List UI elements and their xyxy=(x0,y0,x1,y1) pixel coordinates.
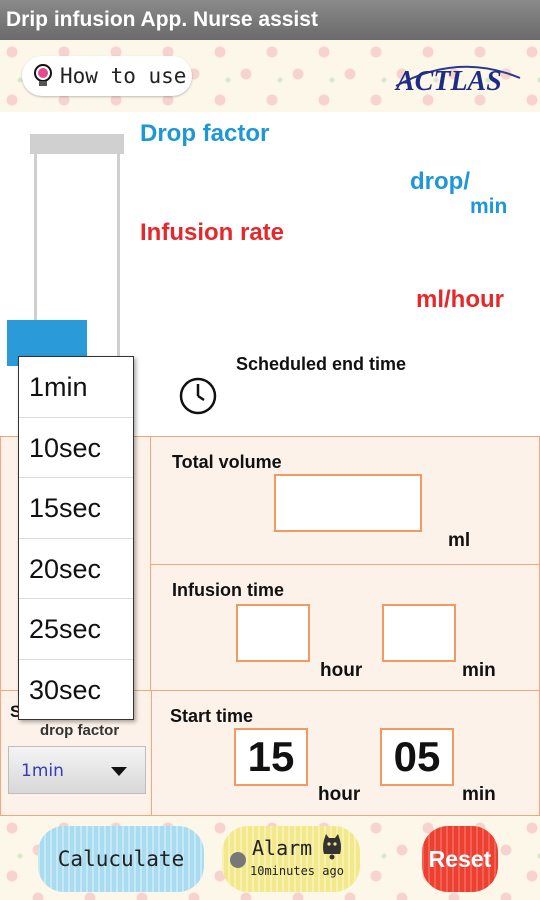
actlas-logo: ACTLAS xyxy=(394,65,521,97)
dropdown-option[interactable]: 1min xyxy=(19,357,133,418)
dropdown-option[interactable]: 25sec xyxy=(19,599,133,660)
drop-factor-dropdown: 1min 10sec 15sec 20sec 25sec 30sec xyxy=(18,356,134,720)
infusion-hour-unit: hour xyxy=(320,660,363,681)
chevron-down-icon xyxy=(111,767,127,776)
start-min-input[interactable]: 05 xyxy=(380,728,454,786)
alarm-button[interactable]: Alarm 10minutes ago xyxy=(222,826,360,892)
clock-icon xyxy=(179,377,217,415)
infusion-min-input[interactable] xyxy=(382,604,456,662)
start-hour-unit: hour xyxy=(318,784,361,805)
dropdown-option[interactable]: 10sec xyxy=(19,418,133,478)
lightbulb-icon xyxy=(34,64,52,86)
total-volume-input[interactable] xyxy=(274,474,422,532)
select-value: 1min xyxy=(21,761,64,781)
drop-factor-select[interactable]: 1min xyxy=(8,746,146,794)
dropdown-option[interactable]: 15sec xyxy=(19,478,133,539)
start-min-unit: min xyxy=(462,784,496,805)
logo-text: ACTLAS xyxy=(394,66,502,97)
cat-bell-icon xyxy=(323,834,341,860)
app-title-bar: Drip infusion App. Nurse assist xyxy=(0,0,540,40)
alarm-status-dot xyxy=(230,852,246,868)
infusion-min-unit: min xyxy=(462,660,496,681)
how-to-use-button[interactable]: How to use xyxy=(22,56,192,96)
scheduled-end-time-label: Scheduled end time xyxy=(236,354,407,374)
infusion-rate-label: Infusion rate xyxy=(140,219,285,246)
alarm-label: Alarm xyxy=(252,836,313,860)
reset-button[interactable]: Reset xyxy=(422,826,498,892)
alarm-sub-label: 10minutes ago xyxy=(250,864,344,878)
infusion-hour-input[interactable] xyxy=(236,604,310,662)
ml-hour-label: ml/hour xyxy=(416,286,504,313)
drip-cap xyxy=(30,134,124,154)
how-to-use-label: How to use xyxy=(60,64,187,88)
dropdown-option[interactable]: 30sec xyxy=(19,660,133,720)
dropdown-option[interactable]: 20sec xyxy=(19,539,133,599)
drop-factor-label: Drop factor xyxy=(140,120,270,147)
start-time-label: Start time xyxy=(170,706,254,726)
drop-unit-min-label: min xyxy=(470,195,508,218)
calculate-label: Caluculate xyxy=(57,847,185,871)
start-hour-input[interactable]: 15 xyxy=(234,728,308,786)
drop-unit-label: drop/ xyxy=(410,168,470,195)
total-volume-label: Total volume xyxy=(172,452,282,472)
total-volume-unit: ml xyxy=(448,530,471,551)
infusion-time-label: Infusion time xyxy=(172,580,284,600)
drop-factor-select-label: drop factor xyxy=(40,722,120,739)
app-title: Drip infusion App. Nurse assist xyxy=(6,8,318,31)
calculate-button[interactable]: Caluculate xyxy=(38,826,204,892)
reset-label: Reset xyxy=(428,846,492,872)
